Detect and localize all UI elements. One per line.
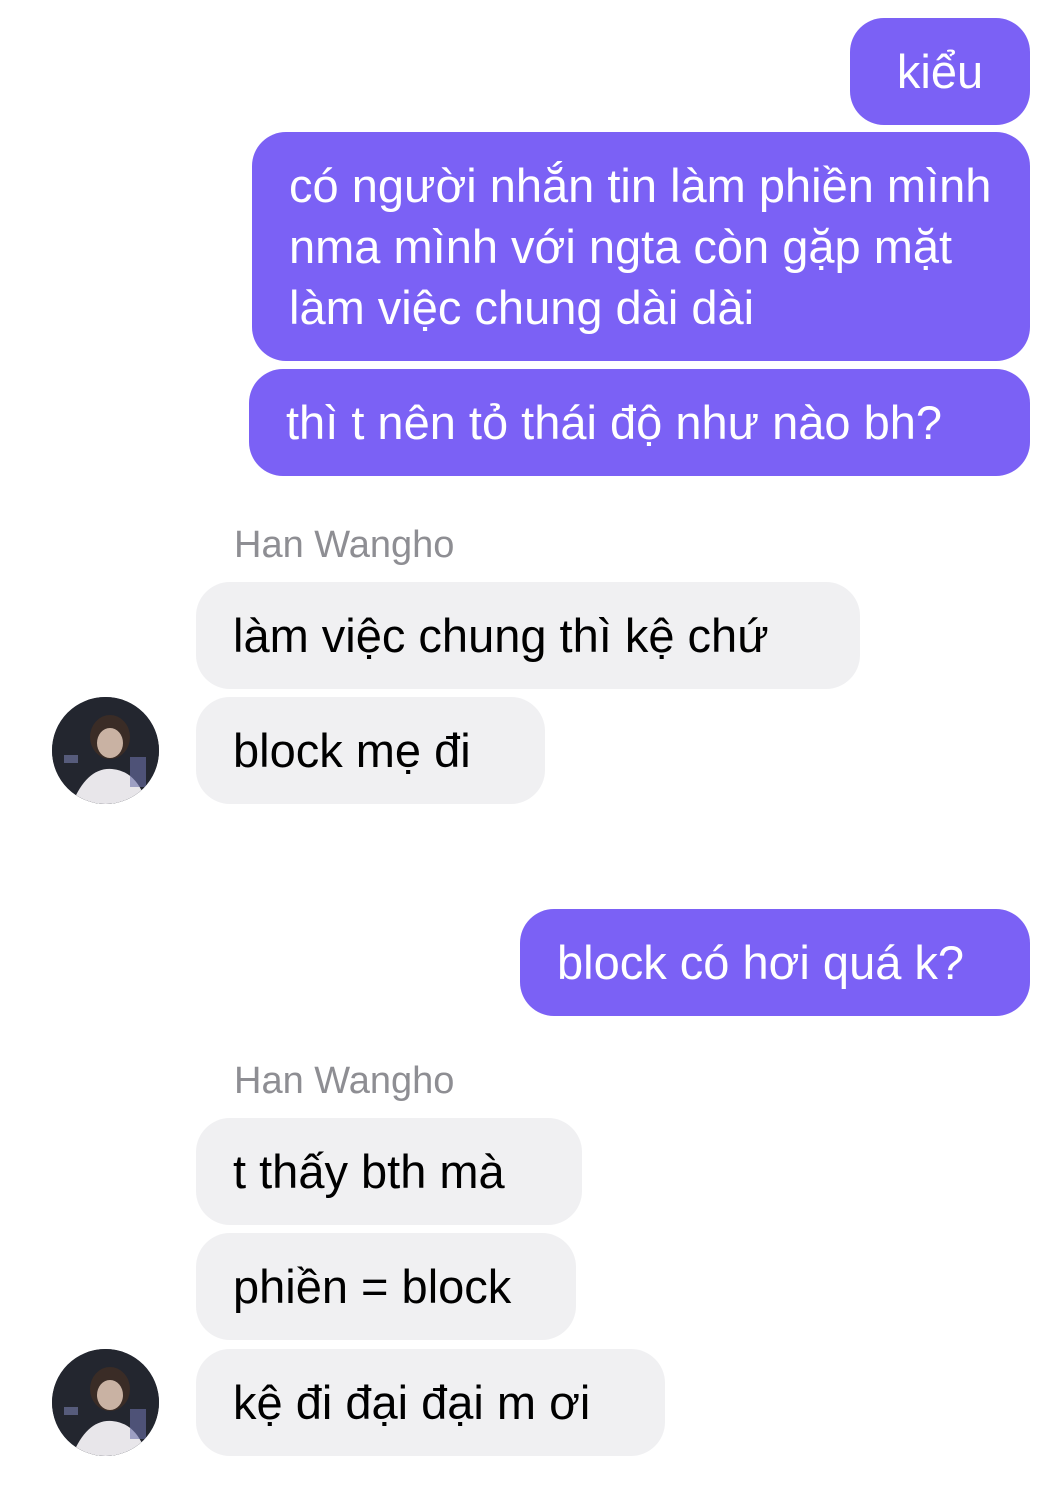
incoming-message[interactable]: kệ đi đại đại m ơi [196,1349,665,1456]
outgoing-message[interactable]: kiểu [850,18,1030,125]
outgoing-message[interactable]: có người nhắn tin làm phiền mình nma mìn… [252,132,1030,361]
incoming-message[interactable]: block mẹ đi [196,697,545,804]
incoming-message[interactable]: phiền = block [196,1233,576,1340]
avatar[interactable] [52,697,159,804]
avatar-image [52,1349,159,1456]
sender-name: Han Wangho [234,1060,455,1102]
outgoing-message[interactable]: thì t nên tỏ thái độ như nào bh? [249,369,1030,476]
avatar[interactable] [52,1349,159,1456]
sender-name: Han Wangho [234,524,455,566]
avatar-image [52,697,159,804]
outgoing-message[interactable]: block có hơi quá k? [520,909,1030,1016]
incoming-message[interactable]: t thấy bth mà [196,1118,582,1225]
incoming-message[interactable]: làm việc chung thì kệ chứ [196,582,860,689]
message-thread: kiểu có người nhắn tin làm phiền mình nm… [0,0,1053,1492]
